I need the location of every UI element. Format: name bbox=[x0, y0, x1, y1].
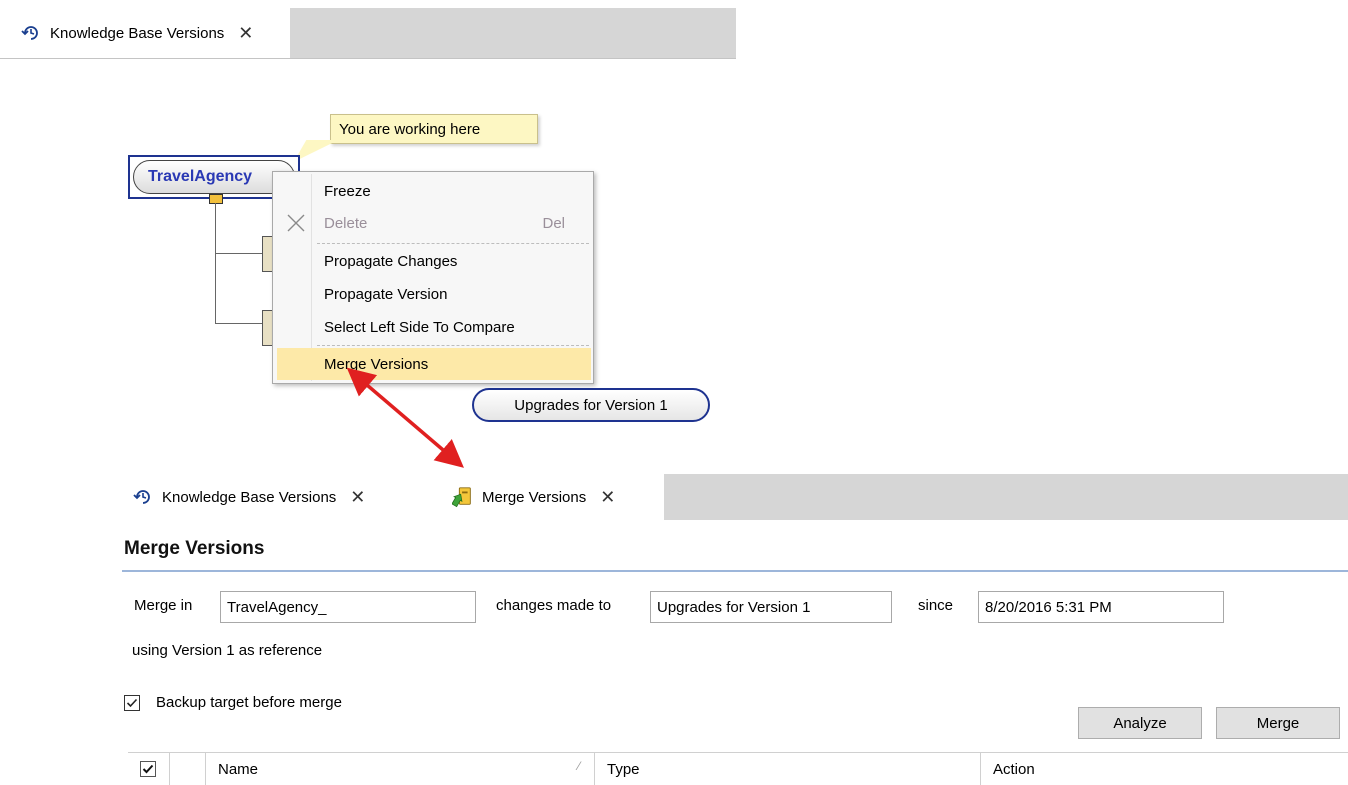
close-icon[interactable]: ✕ bbox=[350, 488, 365, 506]
menu-separator bbox=[317, 243, 589, 244]
annotation-arrow bbox=[346, 367, 464, 468]
menu-item-select-left-side[interactable]: Select Left Side To Compare bbox=[277, 312, 591, 342]
tab-label: Knowledge Base Versions bbox=[162, 488, 337, 506]
top-tab-strip: Knowledge Base Versions ✕ bbox=[0, 8, 736, 59]
tab-knowledge-base-versions[interactable]: Knowledge Base Versions ✕ bbox=[0, 8, 290, 58]
column-header-type[interactable]: Type bbox=[595, 753, 981, 785]
version-node-label: Upgrades for Version 1 bbox=[514, 396, 668, 414]
reference-text: using Version 1 as reference bbox=[132, 642, 323, 659]
tab-label: Knowledge Base Versions bbox=[50, 24, 225, 42]
callout-text: You are working here bbox=[339, 120, 481, 138]
merge-button[interactable]: Merge bbox=[1216, 707, 1340, 739]
page-title: Merge Versions bbox=[124, 538, 265, 559]
column-header-label: Type bbox=[607, 760, 640, 778]
merge-in-field[interactable]: TravelAgency_ bbox=[220, 591, 476, 623]
you-are-here-callout: You are working here bbox=[330, 114, 538, 144]
menu-item-label: Delete bbox=[324, 214, 368, 232]
changes-made-to-field[interactable]: Upgrades for Version 1 bbox=[650, 591, 892, 623]
menu-item-delete[interactable]: Delete Del bbox=[277, 208, 591, 238]
column-header-label: Name bbox=[218, 760, 259, 778]
tree-branch-line bbox=[215, 323, 263, 324]
merge-versions-icon bbox=[452, 486, 474, 508]
merge-in-label: Merge in bbox=[134, 597, 193, 614]
close-icon[interactable]: ✕ bbox=[238, 24, 253, 42]
column-header-action[interactable]: Action bbox=[981, 753, 1348, 785]
menu-item-freeze[interactable]: Freeze bbox=[277, 176, 591, 206]
menu-item-label: Freeze bbox=[324, 182, 371, 200]
select-all-checkbox[interactable] bbox=[140, 761, 156, 777]
version-history-icon bbox=[132, 486, 154, 508]
backup-checkbox[interactable] bbox=[124, 695, 140, 711]
node-connector bbox=[209, 194, 223, 204]
tab-knowledge-base-versions[interactable]: Knowledge Base Versions ✕ bbox=[110, 474, 436, 520]
analyze-button[interactable]: Analyze bbox=[1078, 707, 1202, 739]
context-menu: Freeze Delete Del Propagate Changes Prop… bbox=[272, 171, 594, 384]
menu-item-label: Propagate Changes bbox=[324, 252, 458, 270]
column-header-label: Action bbox=[993, 760, 1035, 778]
version-node-pill: TravelAgency bbox=[133, 160, 295, 194]
title-divider bbox=[122, 570, 1348, 572]
callout-pointer bbox=[293, 140, 339, 162]
tab-label: Merge Versions bbox=[482, 488, 587, 506]
delete-icon bbox=[285, 212, 307, 238]
since-field[interactable]: 8/20/2016 5:31 PM bbox=[978, 591, 1224, 623]
since-label: since bbox=[918, 597, 954, 614]
results-grid-header: Name ⁄ Type Action bbox=[128, 752, 1348, 785]
grid-spacer-cell bbox=[170, 753, 206, 785]
bottom-tab-strip: Knowledge Base Versions ✕ Merge Versions… bbox=[110, 474, 1348, 520]
version-node-label: TravelAgency bbox=[148, 168, 253, 185]
menu-item-propagate-version[interactable]: Propagate Version bbox=[277, 279, 591, 309]
menu-item-label: Select Left Side To Compare bbox=[324, 318, 515, 336]
merge-in-value: TravelAgency_ bbox=[227, 598, 327, 616]
select-all-cell[interactable] bbox=[128, 753, 170, 785]
backup-label: Backup target before merge bbox=[156, 694, 342, 711]
changes-made-to-value: Upgrades for Version 1 bbox=[657, 598, 811, 616]
close-icon[interactable]: ✕ bbox=[600, 488, 615, 506]
checkmark-icon bbox=[126, 698, 138, 708]
sort-icon: ⁄ bbox=[577, 759, 580, 773]
version-node-upgrades[interactable]: Upgrades for Version 1 bbox=[472, 388, 710, 422]
menu-item-label: Propagate Version bbox=[324, 285, 448, 303]
checkmark-icon bbox=[142, 764, 154, 774]
menu-item-shortcut: Del bbox=[542, 214, 565, 232]
menu-separator bbox=[317, 345, 589, 346]
menu-item-propagate-changes[interactable]: Propagate Changes bbox=[277, 246, 591, 276]
changes-made-to-label: changes made to bbox=[496, 597, 612, 614]
tree-branch-line bbox=[215, 203, 216, 323]
tree-branch-line bbox=[215, 253, 263, 254]
since-value: 8/20/2016 5:31 PM bbox=[985, 598, 1112, 616]
tab-merge-versions[interactable]: Merge Versions ✕ bbox=[436, 474, 664, 520]
column-header-name[interactable]: Name ⁄ bbox=[206, 753, 595, 785]
version-history-icon bbox=[20, 22, 42, 44]
